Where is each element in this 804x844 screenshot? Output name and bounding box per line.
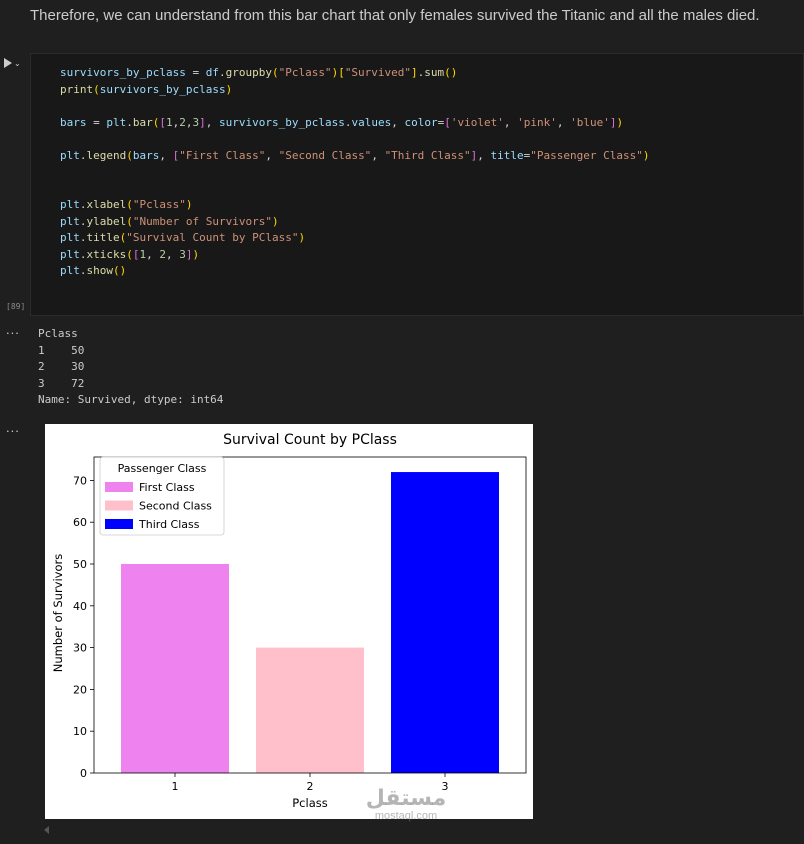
code-line[interactable]: plt.ylabel("Number of Survivors"): [60, 214, 650, 231]
plot-output-image: Survival Count by PClass Pclass Number o…: [45, 424, 533, 819]
bar-1: [121, 564, 229, 773]
code-line[interactable]: bars = plt.bar([1,2,3], survivors_by_pcl…: [60, 115, 650, 132]
code-line[interactable]: print(survivors_by_pclass): [60, 82, 650, 99]
text-output: Pclass 1 50 2 30 3 72 Name: Survived, dtype:…: [38, 326, 223, 409]
chart-title: Survival Count by PClass: [223, 432, 397, 448]
bar-2: [256, 647, 364, 773]
code-line[interactable]: survivors_by_pclass = df.groupby("Pclass…: [60, 65, 650, 82]
y-tick-label: 0: [80, 767, 87, 780]
legend-swatch: [105, 519, 133, 529]
y-tick-label: 70: [73, 474, 87, 487]
code-editor-text[interactable]: survivors_by_pclass = df.groupby("Pclass…: [60, 65, 650, 280]
code-cell-editor[interactable]: survivors_by_pclass = df.groupby("Pclass…: [30, 53, 804, 316]
run-cell-button[interactable]: ⌄: [4, 56, 28, 70]
legend-swatch: [105, 500, 133, 511]
watermark-latin: mostaql.com: [374, 810, 438, 822]
markdown-text: Therefore, we can understand from this b…: [30, 7, 760, 24]
y-tick-label: 10: [73, 725, 87, 738]
watermark-arabic: مستقل: [365, 785, 447, 810]
x-tick-label: 1: [172, 780, 179, 793]
bar-chart: Survival Count by PClass Pclass Number o…: [51, 432, 527, 810]
code-line[interactable]: [60, 164, 650, 181]
watermark-logo: مستقل mostaql.com: [356, 786, 456, 826]
y-tick-label: 50: [73, 558, 87, 571]
output-line: 3 72: [38, 376, 85, 390]
output-line: 2 30: [38, 360, 85, 373]
x-tick-label: 2: [307, 780, 314, 793]
code-line[interactable]: [60, 131, 650, 148]
code-line[interactable]: plt.title("Survival Count by PClass"): [60, 230, 650, 247]
y-tick-label: 40: [73, 600, 87, 613]
code-line[interactable]: [60, 98, 650, 115]
execution-count: [89]: [6, 302, 26, 311]
code-line[interactable]: plt.show(): [60, 263, 650, 280]
bar-3: [391, 472, 499, 773]
output-line: Name: Survived, dtype: int64: [38, 393, 224, 406]
code-line[interactable]: plt.xticks([1, 2, 3]): [60, 247, 650, 264]
chevron-down-icon[interactable]: ⌄: [14, 59, 21, 68]
plot-output-more-actions-button[interactable]: ...: [6, 420, 20, 435]
x-axis-label: Pclass: [292, 796, 327, 810]
y-tick-label: 60: [73, 516, 87, 529]
output-more-actions-button[interactable]: ...: [6, 322, 20, 337]
legend-entry: Second Class: [139, 500, 212, 513]
legend-title: Passenger Class: [118, 462, 207, 475]
y-tick-label: 30: [73, 642, 87, 655]
output-line: Pclass: [38, 327, 78, 340]
code-line[interactable]: plt.xlabel("Pclass"): [60, 197, 650, 214]
legend-entry: Third Class: [138, 518, 200, 531]
code-line[interactable]: plt.legend(bars, ["First Class", "Second…: [60, 148, 650, 165]
legend-entry: First Class: [139, 481, 195, 494]
scroll-left-arrow-icon[interactable]: [44, 826, 49, 834]
y-axis-label: Number of Survivors: [51, 554, 65, 672]
output-line: 1 50: [38, 343, 85, 357]
legend-swatch: [105, 482, 133, 492]
play-icon: [4, 58, 12, 68]
code-line[interactable]: [60, 181, 650, 198]
y-tick-label: 20: [73, 683, 87, 696]
